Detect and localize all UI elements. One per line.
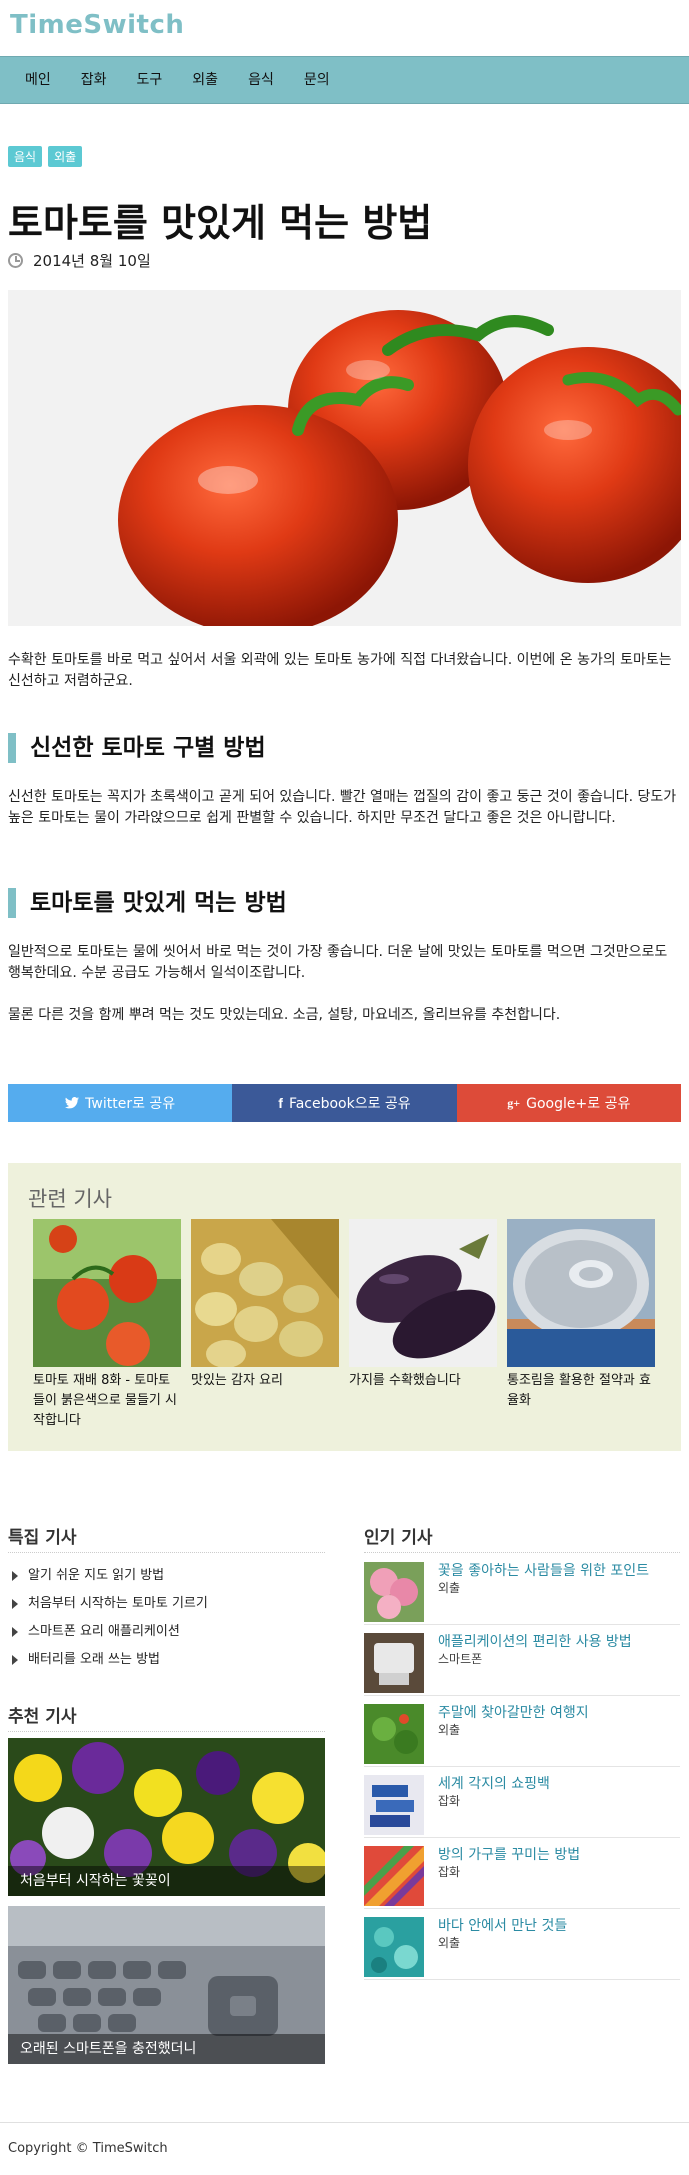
recommended-card-smartphone[interactable]: 오래된 스마트폰을 충전했더니: [8, 1906, 325, 2064]
popular-thumb-travel: [364, 1704, 424, 1764]
feature-item-label: 처음부터 시작하는 토마토 기르기: [28, 1596, 208, 1611]
related-thumb-potato: [191, 1219, 339, 1367]
feature-item[interactable]: 알기 쉬운 지도 읽기 방법: [12, 1562, 208, 1590]
feature-list: 알기 쉬운 지도 읽기 방법 처음부터 시작하는 토마토 기르기 스마트폰 요리…: [12, 1562, 208, 1674]
feature-heading: 특집 기사: [8, 1523, 325, 1553]
popular-item[interactable]: 방의 가구를 꾸미는 방법 잡화: [364, 1838, 680, 1909]
recommended-heading: 추천 기사: [8, 1702, 325, 1732]
related-item-eggplant[interactable]: 가지를 수확했습니다: [349, 1219, 497, 1431]
tag-outing[interactable]: 외출: [48, 146, 83, 167]
popular-category: 잡화: [438, 1865, 461, 1879]
triangle-right-icon: [12, 1571, 18, 1581]
triangle-right-icon: [12, 1599, 18, 1609]
related-thumb-eggplant: [349, 1219, 497, 1367]
article-intro: 수확한 토마토를 바로 먹고 싶어서 서울 외곽에 있는 토마토 농가에 직접 …: [8, 652, 672, 689]
share-twitter-label: Twitter로 공유: [85, 1096, 176, 1112]
popular-title: 바다 안에서 만난 것들: [438, 1918, 568, 1934]
popular-category: 스마트폰: [438, 1652, 483, 1666]
feature-item-label: 배터리를 오래 쓰는 방법: [28, 1652, 160, 1667]
popular-title: 애플리케이션의 편리한 사용 방법: [438, 1634, 632, 1650]
feature-item[interactable]: 스마트폰 요리 애플리케이션: [12, 1618, 208, 1646]
article-date: 2014년 8월 10일: [8, 250, 151, 271]
related-thumb-can: [507, 1219, 655, 1367]
share-facebook-label: Facebook으로 공유: [288, 1096, 411, 1112]
popular-item[interactable]: 바다 안에서 만난 것들 외출: [364, 1909, 680, 1980]
popular-title: 꽃을 좋아하는 사람들을 위한 포인트: [438, 1563, 649, 1579]
article-title: 토마토를 맛있게 먹는 방법: [8, 201, 433, 245]
popular-list: 꽃을 좋아하는 사람들을 위한 포인트 외출 애플리케이션의 편리한 사용 방법…: [364, 1554, 680, 1980]
recommended-caption: 처음부터 시작하는 꽃꽂이: [8, 1866, 325, 1896]
share-google-button[interactable]: g+ Google+로 공유: [456, 1084, 681, 1122]
hero-image-tomatoes: [8, 290, 681, 626]
related-caption: 통조림을 활용한 절약과 효율화: [507, 1373, 651, 1408]
section-heading-fresh-tomato: 신선한 토마토 구별 방법: [8, 733, 681, 763]
related-item-potato[interactable]: 맛있는 감자 요리: [191, 1219, 339, 1431]
main-nav: 메인 잡화 도구 외출 음식 문의: [0, 56, 689, 104]
popular-title: 방의 가구를 꾸미는 방법: [438, 1847, 581, 1863]
share-bar: Twitter로 공유 f Facebook으로 공유 g+ Google+로 …: [8, 1084, 681, 1122]
nav-item-goods[interactable]: 잡화: [66, 56, 122, 104]
popular-thumb-phone: [364, 1633, 424, 1693]
twitter-icon: [65, 1097, 80, 1109]
section-heading-eat-tomato: 토마토를 맛있게 먹는 방법: [8, 888, 681, 918]
feature-item-label: 스마트폰 요리 애플리케이션: [28, 1624, 180, 1639]
popular-item[interactable]: 세계 각지의 쇼핑백 잡화: [364, 1767, 680, 1838]
popular-thumb-furniture: [364, 1846, 424, 1906]
section-text-fresh-tomato: 신선한 토마토는 꼭지가 초록색이고 곧게 되어 있습니다. 빨간 열매는 껍질…: [8, 789, 677, 826]
recommended-card-flowers[interactable]: 처음부터 시작하는 꽃꽂이: [8, 1738, 325, 1896]
popular-title: 세계 각지의 쇼핑백: [438, 1776, 550, 1792]
nav-item-food[interactable]: 음식: [233, 56, 289, 104]
popular-heading: 인기 기사: [364, 1523, 680, 1553]
related-articles: 관련 기사 토마토 재배 8화 - 토마토들이 붉은색으로 물들기 시작합니다: [8, 1163, 681, 1451]
triangle-right-icon: [12, 1655, 18, 1665]
popular-category: 외출: [438, 1723, 461, 1737]
related-caption: 토마토 재배 8화 - 토마토들이 붉은색으로 물들기 시작합니다: [33, 1373, 177, 1428]
section-text-eat-tomato-2: 물론 다른 것을 함께 뿌려 먹는 것도 맛있는데요. 소금, 설탕, 마요네즈…: [8, 1007, 561, 1023]
clock-icon: [8, 253, 23, 268]
popular-thumb-bags: [364, 1775, 424, 1835]
related-caption: 맛있는 감자 요리: [191, 1373, 283, 1388]
feature-item[interactable]: 배터리를 오래 쓰는 방법: [12, 1646, 208, 1674]
popular-item[interactable]: 애플리케이션의 편리한 사용 방법 스마트폰: [364, 1625, 680, 1696]
google-plus-icon: g+: [507, 1095, 521, 1110]
popular-category: 잡화: [438, 1794, 461, 1808]
article-date-text: 2014년 8월 10일: [33, 252, 151, 270]
recommended-caption: 오래된 스마트폰을 충전했더니: [8, 2034, 325, 2064]
related-caption: 가지를 수확했습니다: [349, 1373, 461, 1388]
site-logo[interactable]: TimeSwitch: [10, 10, 679, 40]
related-thumb-tomato: [33, 1219, 181, 1367]
related-item-tomato[interactable]: 토마토 재배 8화 - 토마토들이 붉은색으로 물들기 시작합니다: [33, 1219, 181, 1431]
related-title: 관련 기사: [28, 1187, 112, 1211]
popular-item[interactable]: 꽃을 좋아하는 사람들을 위한 포인트 외출: [364, 1554, 680, 1625]
tag-food[interactable]: 음식: [8, 146, 43, 167]
nav-item-contact[interactable]: 문의: [289, 56, 345, 104]
popular-thumb-flowers: [364, 1562, 424, 1622]
site-header: TimeSwitch: [0, 0, 689, 56]
nav-item-outing[interactable]: 외출: [177, 56, 233, 104]
section-text-eat-tomato-1: 일반적으로 토마토는 물에 씻어서 바로 먹는 것이 가장 좋습니다. 더운 날…: [8, 944, 668, 981]
facebook-icon: f: [278, 1095, 283, 1111]
share-facebook-button[interactable]: f Facebook으로 공유: [232, 1084, 457, 1122]
popular-category: 외출: [438, 1581, 461, 1595]
share-google-label: Google+로 공유: [526, 1096, 631, 1112]
article-tags: 음식 외출: [8, 146, 83, 167]
nav-item-main[interactable]: 메인: [10, 56, 66, 104]
triangle-right-icon: [12, 1627, 18, 1637]
popular-item[interactable]: 주말에 찾아갈만한 여행지 외출: [364, 1696, 680, 1767]
popular-category: 외출: [438, 1936, 461, 1950]
site-footer: Copyright © TimeSwitch: [0, 2122, 689, 2175]
popular-title: 주말에 찾아갈만한 여행지: [438, 1705, 589, 1721]
nav-item-tools[interactable]: 도구: [122, 56, 178, 104]
feature-item-label: 알기 쉬운 지도 읽기 방법: [28, 1568, 165, 1583]
copyright-text: Copyright © TimeSwitch: [8, 2141, 168, 2156]
share-twitter-button[interactable]: Twitter로 공유: [8, 1084, 233, 1122]
popular-thumb-sea: [364, 1917, 424, 1977]
related-item-can[interactable]: 통조림을 활용한 절약과 효율화: [507, 1219, 655, 1431]
feature-item[interactable]: 처음부터 시작하는 토마토 기르기: [12, 1590, 208, 1618]
